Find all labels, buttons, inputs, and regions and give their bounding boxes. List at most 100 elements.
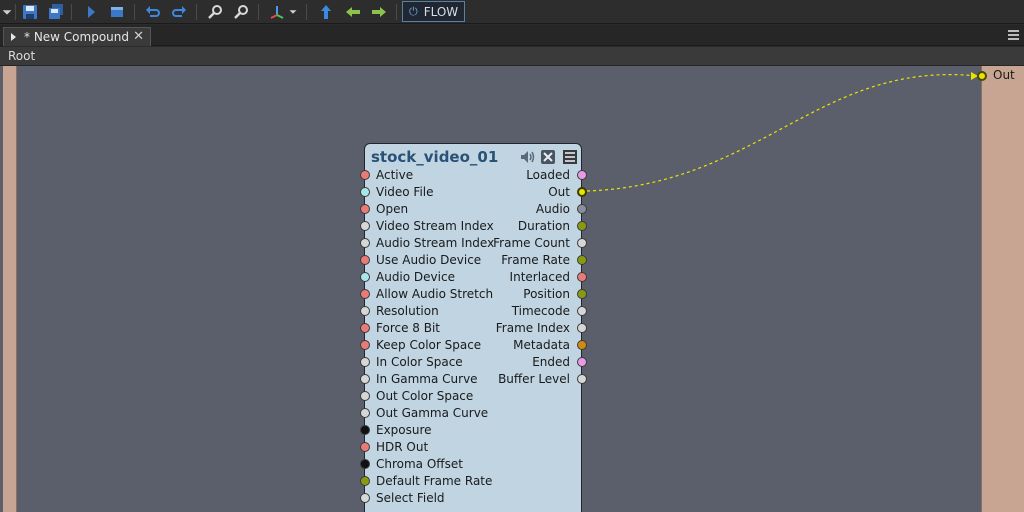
input-port-label: Audio Device xyxy=(376,270,455,284)
output-port[interactable] xyxy=(577,170,587,180)
close-icon[interactable] xyxy=(540,149,556,165)
output-port-row[interactable]: Metadata xyxy=(461,337,587,354)
output-port-row[interactable]: Duration xyxy=(461,218,587,235)
output-port-label: Ended xyxy=(532,355,570,369)
output-port-row[interactable]: Frame Rate xyxy=(461,252,587,269)
input-port[interactable] xyxy=(360,306,370,316)
input-port[interactable] xyxy=(360,272,370,282)
layout-button[interactable] xyxy=(266,2,288,22)
input-port-label: Active xyxy=(376,168,414,182)
output-port-row[interactable]: Frame Index xyxy=(461,320,587,337)
up-level-button[interactable] xyxy=(315,2,337,22)
output-port[interactable] xyxy=(577,357,587,367)
input-port[interactable] xyxy=(360,170,370,180)
output-port[interactable] xyxy=(577,204,587,214)
back-button[interactable] xyxy=(342,2,364,22)
input-port[interactable] xyxy=(360,459,370,469)
output-port[interactable] xyxy=(577,289,587,299)
input-port[interactable] xyxy=(360,442,370,452)
output-port[interactable] xyxy=(577,306,587,316)
close-icon[interactable]: ✕ xyxy=(133,29,144,44)
output-port[interactable] xyxy=(577,340,587,350)
chevron-down-icon xyxy=(289,10,297,14)
input-port-label: Chroma Offset xyxy=(376,457,463,471)
speaker-icon[interactable] xyxy=(519,149,535,165)
output-port-row[interactable]: Interlaced xyxy=(461,269,587,286)
output-port-row[interactable]: Loaded xyxy=(461,167,587,184)
tab-bar: * New Compound ✕ xyxy=(0,25,1024,46)
input-port[interactable] xyxy=(360,493,370,503)
output-port-row[interactable]: Frame Count xyxy=(461,235,587,252)
play-icon[interactable] xyxy=(11,33,16,41)
output-port[interactable] xyxy=(577,238,587,248)
output-rail xyxy=(981,66,1024,512)
input-port[interactable] xyxy=(360,374,370,384)
run-button[interactable] xyxy=(80,2,102,22)
input-port[interactable] xyxy=(360,357,370,367)
zoom-in-button[interactable] xyxy=(204,2,226,22)
breadcrumb[interactable]: Root xyxy=(0,47,1024,66)
output-port[interactable] xyxy=(577,323,587,333)
redo-button[interactable] xyxy=(168,2,190,22)
toolbar: ⏻ FLOW xyxy=(0,0,1024,24)
output-port[interactable] xyxy=(577,374,587,384)
input-port[interactable] xyxy=(360,425,370,435)
output-port-row[interactable]: Position xyxy=(461,286,587,303)
output-port[interactable] xyxy=(577,255,587,265)
rail-out-label: Out xyxy=(993,68,1015,82)
input-port-label: Exposure xyxy=(376,423,432,437)
stop-icon xyxy=(111,7,123,17)
input-port[interactable] xyxy=(360,255,370,265)
input-rail xyxy=(3,66,17,512)
input-port[interactable] xyxy=(360,476,370,486)
tab-new-compound[interactable]: * New Compound ✕ xyxy=(3,27,151,46)
input-port[interactable] xyxy=(360,187,370,197)
toolbar-separator xyxy=(196,4,197,20)
hamburger-menu-icon[interactable] xyxy=(1008,30,1019,40)
zoom-in-icon xyxy=(208,5,222,19)
output-port[interactable] xyxy=(577,187,587,197)
toolbar-separator xyxy=(396,4,397,20)
output-port[interactable] xyxy=(577,221,587,231)
flow-label: FLOW xyxy=(423,4,459,19)
flow-button[interactable]: ⏻ FLOW xyxy=(402,1,465,22)
toolbar-separator xyxy=(306,4,307,20)
input-port-label: Video File xyxy=(376,185,434,199)
input-port-label: In Color Space xyxy=(376,355,463,369)
forward-button[interactable] xyxy=(368,2,390,22)
output-port-label: Metadata xyxy=(513,338,570,352)
node-title: stock_video_01 xyxy=(371,148,499,166)
zoom-out-button[interactable] xyxy=(230,2,252,22)
output-port-row[interactable]: Out xyxy=(461,184,587,201)
layout-dropdown-button[interactable] xyxy=(286,2,300,22)
output-port[interactable] xyxy=(577,272,587,282)
output-port-row[interactable]: Timecode xyxy=(461,303,587,320)
input-port[interactable] xyxy=(360,289,370,299)
input-port[interactable] xyxy=(360,408,370,418)
input-port[interactable] xyxy=(360,323,370,333)
input-port[interactable] xyxy=(360,221,370,231)
rail-out-port[interactable] xyxy=(977,71,987,81)
save-button[interactable] xyxy=(19,2,41,22)
play-icon xyxy=(88,6,95,18)
output-port-label: Frame Count xyxy=(493,236,570,250)
input-port[interactable] xyxy=(360,340,370,350)
node-menu-icon[interactable] xyxy=(562,149,578,165)
toolbar-dropdown-button[interactable] xyxy=(0,2,14,22)
save-all-button[interactable] xyxy=(45,2,67,22)
arrow-right-icon xyxy=(372,7,386,17)
undo-icon xyxy=(146,6,160,17)
input-port[interactable] xyxy=(360,391,370,401)
output-port-row[interactable]: Buffer Level xyxy=(461,371,587,388)
input-port[interactable] xyxy=(360,204,370,214)
output-port-label: Buffer Level xyxy=(498,372,570,386)
stock-video-node[interactable]: stock_video_01 Active Video File Open Video… xyxy=(360,143,587,512)
output-port-row[interactable]: Ended xyxy=(461,354,587,371)
output-port-label: Frame Rate xyxy=(501,253,570,267)
stop-button[interactable] xyxy=(106,2,128,22)
input-port[interactable] xyxy=(360,238,370,248)
input-port-label: Out Gamma Curve xyxy=(376,406,489,420)
output-port-row[interactable]: Audio xyxy=(461,201,587,218)
output-port-label: Position xyxy=(523,287,570,301)
undo-button[interactable] xyxy=(142,2,164,22)
